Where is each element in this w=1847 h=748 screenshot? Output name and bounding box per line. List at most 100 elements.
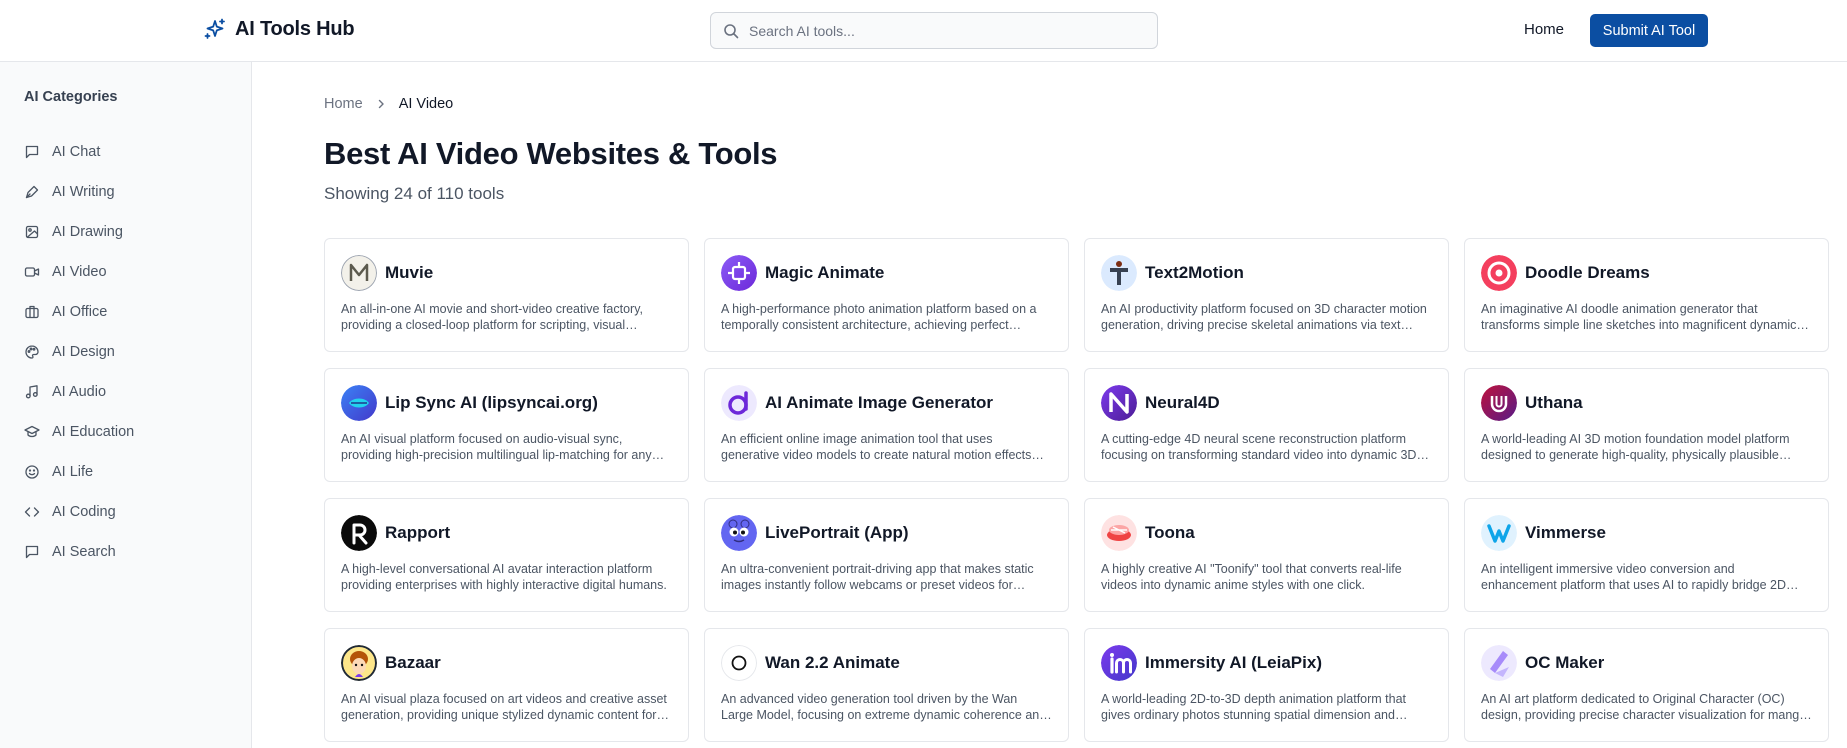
- tool-card[interactable]: Lip Sync AI (lipsyncai.org) An AI visual…: [324, 368, 689, 482]
- wan-logo-icon: [721, 645, 757, 681]
- tool-description: A world-leading 2D-to-3D depth animation…: [1101, 692, 1407, 722]
- search-box[interactable]: [710, 12, 1158, 49]
- sparkles-icon: [204, 18, 225, 39]
- palette-icon: [25, 345, 39, 359]
- immersity-logo-icon: [1101, 645, 1137, 681]
- sidebar-item-label: AI Chat: [52, 144, 101, 160]
- uthana-logo-icon: [1481, 385, 1517, 421]
- tool-name: Bazaar: [385, 653, 441, 672]
- tool-description: An advanced video generation tool driven…: [721, 692, 1047, 722]
- tool-name: Rapport: [385, 523, 451, 542]
- submit-tool-button[interactable]: Submit AI Tool: [1590, 14, 1708, 47]
- nav-home-link[interactable]: Home: [1524, 21, 1564, 38]
- message-square-icon: [25, 545, 39, 559]
- tool-name: AI Animate Image Generator: [765, 393, 993, 412]
- tool-name: Text2Motion: [1145, 263, 1244, 282]
- tool-card[interactable]: Vimmerse An intelligent immersive video …: [1464, 498, 1829, 612]
- tool-card[interactable]: Magic Animate A high-performance photo a…: [704, 238, 1069, 352]
- music-icon: [25, 385, 38, 399]
- smile-icon: [25, 465, 39, 479]
- sidebar-item-ai-video[interactable]: AI Video: [24, 252, 134, 292]
- liveportrait-logo-icon: [721, 515, 757, 551]
- sidebar-item-label: AI Office: [52, 304, 108, 320]
- tool-name: Neural4D: [1145, 393, 1220, 412]
- image-icon: [25, 225, 39, 239]
- tool-name: Muvie: [385, 263, 434, 282]
- search-input[interactable]: [749, 22, 1129, 39]
- sidebar-item-ai-office[interactable]: AI Office: [24, 292, 134, 332]
- tool-card[interactable]: Text2Motion An AI productivity platform …: [1084, 238, 1449, 352]
- tool-card[interactable]: Immersity AI (LeiaPix) A world-leading 2…: [1084, 628, 1449, 742]
- message-square-icon: [25, 145, 39, 159]
- tool-card[interactable]: Toona A highly creative AI "Toonify" too…: [1084, 498, 1449, 612]
- magic-animate-logo-icon: [721, 255, 757, 291]
- search-icon: [724, 23, 739, 38]
- tool-description: A world-leading AI 3D motion foundation …: [1481, 432, 1790, 462]
- tool-name: Doodle Dreams: [1525, 263, 1650, 282]
- oc-maker-logo-icon: [1481, 645, 1517, 681]
- tool-card[interactable]: Rapport A high-level conversational AI a…: [324, 498, 689, 612]
- toona-logo-icon: [1101, 515, 1137, 551]
- sidebar-item-ai-writing[interactable]: AI Writing: [24, 172, 134, 212]
- tool-name: Wan 2.2 Animate: [765, 653, 900, 672]
- tool-count: Showing 24 of 110 tools: [324, 184, 505, 203]
- tool-description: An all-in-one AI movie and short-video c…: [341, 302, 643, 332]
- tool-name: LivePortrait (App): [765, 523, 909, 542]
- sidebar-item-ai-chat[interactable]: AI Chat: [24, 132, 134, 172]
- tool-name: OC Maker: [1525, 653, 1605, 672]
- tool-description: An intelligent immersive video conversio…: [1481, 562, 1787, 592]
- sidebar-item-label: AI Video: [52, 264, 107, 280]
- video-icon: [24, 267, 40, 277]
- lip-sync-logo-icon: [341, 385, 377, 421]
- code-icon: [24, 507, 40, 517]
- tool-description: An AI visual platform focused on audio-v…: [341, 432, 652, 462]
- sidebar-item-label: AI Education: [52, 424, 135, 440]
- sidebar-item-label: AI Life: [52, 464, 94, 480]
- sidebar-item-ai-audio[interactable]: AI Audio: [24, 372, 134, 412]
- tool-description: An imaginative AI doodle animation gener…: [1481, 302, 1797, 332]
- tool-card[interactable]: LivePortrait (App) An ultra-convenient p…: [704, 498, 1069, 612]
- tool-description: A high-level conversational AI avatar in…: [341, 562, 667, 592]
- tool-card[interactable]: Uthana A world-leading AI 3D motion foun…: [1464, 368, 1829, 482]
- top-header: AI Tools Hub Home Submit AI Tool: [0, 0, 1847, 62]
- sidebar-item-label: AI Writing: [52, 184, 115, 200]
- sidebar-item-ai-drawing[interactable]: AI Drawing: [24, 212, 134, 252]
- tool-description: An AI productivity platform focused on 3…: [1101, 302, 1427, 332]
- vimmerse-logo-icon: [1481, 515, 1517, 551]
- tool-description: A highly creative AI "Toonify" tool that…: [1101, 562, 1402, 592]
- tool-name: Toona: [1145, 523, 1195, 542]
- sidebar-item-ai-design[interactable]: AI Design: [24, 332, 134, 372]
- tool-description: An ultra-convenient portrait-driving app…: [721, 562, 1034, 592]
- tool-card[interactable]: OC Maker An AI art platform dedicated to…: [1464, 628, 1829, 742]
- sidebar-item-label: AI Design: [52, 344, 115, 360]
- tool-name: Lip Sync AI (lipsyncai.org): [385, 393, 598, 412]
- ai-animate-image-logo-icon: [721, 385, 757, 421]
- tool-card[interactable]: Wan 2.2 Animate An advanced video genera…: [704, 628, 1069, 742]
- breadcrumb-home-link[interactable]: Home: [324, 96, 363, 112]
- tool-card[interactable]: Doodle Dreams An imaginative AI doodle a…: [1464, 238, 1829, 352]
- breadcrumb-current: AI Video: [398, 96, 454, 112]
- tool-card[interactable]: Muvie An all-in-one AI movie and short-v…: [324, 238, 689, 352]
- site-logo[interactable]: AI Tools Hub: [203, 17, 355, 41]
- sidebar-item-ai-coding[interactable]: AI Coding: [24, 492, 134, 532]
- sidebar-item-ai-education[interactable]: AI Education: [24, 412, 134, 452]
- tool-card[interactable]: AI Animate Image Generator An efficient …: [704, 368, 1069, 482]
- category-list: AI Chat AI Writing AI Drawing AI Video A…: [24, 132, 134, 572]
- sidebar-item-ai-search[interactable]: AI Search: [24, 532, 134, 572]
- tool-name: Uthana: [1525, 393, 1583, 412]
- briefcase-icon: [25, 305, 39, 319]
- sidebar-item-label: AI Drawing: [52, 224, 123, 240]
- sidebar-item-label: AI Search: [52, 544, 116, 560]
- sidebar-item-ai-life[interactable]: AI Life: [24, 452, 134, 492]
- sidebar-title: AI Categories: [24, 89, 118, 105]
- tool-name: Magic Animate: [765, 263, 885, 282]
- tool-description: An AI art platform dedicated to Original…: [1481, 692, 1807, 722]
- tool-card[interactable]: Bazaar An AI visual plaza focused on art…: [324, 628, 689, 742]
- text2motion-logo-icon: [1101, 255, 1137, 291]
- tool-name: Vimmerse: [1525, 523, 1606, 542]
- tool-description: An AI visual plaza focused on art videos…: [341, 692, 667, 722]
- muvie-logo-icon: [341, 255, 377, 291]
- tool-description: A high-performance photo animation platf…: [721, 302, 1037, 332]
- tool-card[interactable]: Neural4D A cutting-edge 4D neural scene …: [1084, 368, 1449, 482]
- pen-tool-icon: [25, 185, 39, 199]
